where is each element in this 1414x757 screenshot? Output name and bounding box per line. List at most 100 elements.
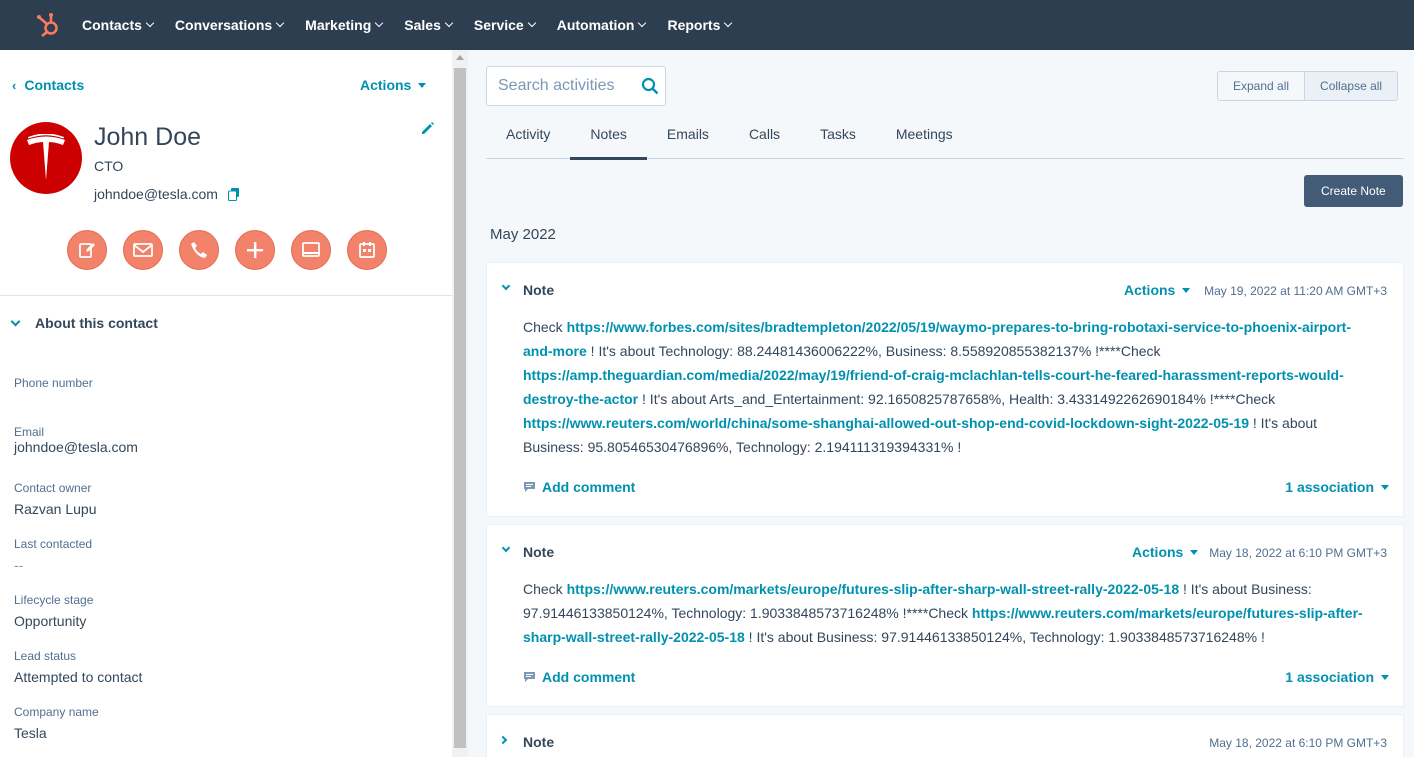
create-note-button[interactable]: Create Note [1304, 175, 1403, 207]
note-actions-dropdown[interactable]: Actions [1132, 544, 1199, 560]
nav-label: Conversations [174, 17, 273, 33]
nav-label: Service [473, 17, 524, 33]
note-title: Note [523, 734, 555, 750]
search-activities-input[interactable]: Search activities [486, 66, 666, 106]
tab-emails[interactable]: Emails [647, 122, 729, 159]
property-label: Phone number [14, 376, 93, 390]
copy-icon[interactable] [227, 187, 240, 201]
avatar [10, 122, 82, 194]
property-contact-owner[interactable]: Contact owner Razvan Lupu [14, 481, 97, 517]
tab-notes[interactable]: Notes [570, 122, 647, 160]
property-label: Company name [14, 705, 99, 719]
chevron-down-icon [527, 18, 536, 28]
property-last-contacted[interactable]: Last contacted -- [14, 537, 92, 573]
back-to-contacts-link[interactable]: ‹ Contacts [12, 77, 84, 93]
property-value: Tesla [14, 725, 47, 741]
note-header[interactable]: Note Actions May 18, 2022 at 6:10 PM GMT… [487, 525, 1403, 577]
property-label: Last contacted [14, 537, 93, 551]
chevron-down-icon [275, 18, 285, 28]
actions-label: Actions [1132, 544, 1184, 560]
note-timestamp: May 19, 2022 at 11:20 AM GMT+3 [1204, 284, 1387, 298]
tab-tasks[interactable]: Tasks [800, 122, 876, 159]
nav-service[interactable]: Service [473, 17, 536, 33]
collapse-all-button[interactable]: Collapse all [1305, 71, 1399, 101]
nav-label: Automation [556, 17, 635, 33]
screen-icon [302, 242, 320, 257]
nav-sales[interactable]: Sales [404, 17, 454, 33]
note-text: Check [523, 581, 567, 597]
note-footer: Add comment 1 association [523, 477, 1389, 497]
nav-marketing[interactable]: Marketing [305, 17, 384, 33]
property-label: Lead status [14, 649, 77, 663]
note-actions-dropdown[interactable]: Actions [1124, 282, 1191, 298]
tab-meetings[interactable]: Meetings [876, 122, 973, 159]
contact-email: johndoe@tesla.com [94, 186, 218, 202]
back-label: Contacts [24, 77, 85, 93]
property-lifecycle-stage[interactable]: Lifecycle stage Opportunity [14, 593, 93, 629]
property-phone-number[interactable]: Phone number [14, 376, 93, 392]
nav-label: Contacts [82, 17, 142, 33]
chevron-down-icon [724, 18, 733, 28]
email-button[interactable] [123, 230, 163, 270]
scroll-up-arrow-icon[interactable] [456, 55, 464, 60]
property-email[interactable]: Email johndoe@tesla.com [14, 425, 138, 455]
property-company-name[interactable]: Company name Tesla [14, 705, 99, 741]
nav-reports[interactable]: Reports [667, 17, 733, 33]
association-label: 1 association [1285, 479, 1374, 495]
property-label: Lifecycle stage [14, 593, 94, 607]
note-link[interactable]: https://www.reuters.com/world/china/some… [523, 415, 1249, 431]
create-task-button[interactable] [235, 230, 275, 270]
call-button[interactable] [179, 230, 219, 270]
search-icon[interactable] [635, 77, 665, 95]
nav-automation[interactable]: Automation [556, 17, 647, 33]
edit-pencil-icon[interactable] [420, 120, 436, 136]
activity-panel: Search activities Expand all Collapse al… [468, 50, 1414, 757]
note-body: Check https://www.forbes.com/sites/bradt… [523, 315, 1363, 459]
note-link[interactable]: https://www.reuters.com/markets/europe/f… [567, 581, 1180, 597]
about-contact-toggle[interactable]: About this contact [10, 315, 158, 331]
add-comment-link[interactable]: Add comment [523, 669, 635, 685]
schedule-meeting-button[interactable] [347, 230, 387, 270]
log-activity-button[interactable] [291, 230, 331, 270]
property-value: -- [14, 557, 24, 573]
add-comment-label: Add comment [542, 479, 636, 495]
tab-calls[interactable]: Calls [729, 122, 800, 159]
caret-down-icon [1381, 674, 1389, 680]
note-title: Note [523, 282, 555, 298]
contact-actions-dropdown[interactable]: Actions [360, 77, 427, 93]
expand-all-button[interactable]: Expand all [1217, 71, 1306, 101]
hubspot-logo-icon[interactable] [28, 5, 68, 45]
association-label: 1 association [1285, 669, 1374, 685]
note-title: Note [523, 544, 555, 560]
note-timestamp: May 18, 2022 at 6:10 PM GMT+3 [1209, 546, 1387, 560]
chevron-right-icon[interactable] [498, 735, 508, 745]
property-value: Opportunity [14, 613, 87, 629]
about-label: About this contact [35, 315, 158, 331]
property-lead-status[interactable]: Lead status Attempted to contact [14, 649, 142, 685]
caret-down-icon [1182, 287, 1191, 293]
chevron-down-icon [10, 316, 21, 326]
chevron-down-icon [145, 18, 155, 28]
top-navigation: Contacts Conversations Marketing Sales S… [0, 0, 1414, 50]
chevron-down-icon[interactable] [501, 543, 511, 553]
sidebar-scrollbar[interactable] [452, 50, 468, 757]
association-dropdown[interactable]: 1 association [1285, 669, 1389, 685]
nav-contacts[interactable]: Contacts [82, 17, 155, 33]
association-dropdown[interactable]: 1 association [1285, 479, 1389, 495]
envelope-icon [133, 243, 153, 257]
search-placeholder: Search activities [498, 77, 615, 94]
nav-conversations[interactable]: Conversations [174, 17, 285, 33]
chevron-down-icon[interactable] [501, 281, 511, 291]
add-comment-link[interactable]: Add comment [523, 479, 635, 495]
phone-icon [191, 242, 207, 258]
scrollbar-thumb[interactable] [454, 68, 466, 748]
add-comment-label: Add comment [542, 669, 636, 685]
contact-job-title: CTO [94, 158, 124, 174]
note-header[interactable]: Note Actions May 19, 2022 at 11:20 AM GM… [487, 263, 1403, 315]
tab-activity[interactable]: Activity [486, 122, 570, 159]
note-card: Note May 18, 2022 at 6:10 PM GMT+3 [486, 714, 1404, 757]
note-header[interactable]: Note May 18, 2022 at 6:10 PM GMT+3 [487, 715, 1403, 757]
note-button[interactable] [67, 230, 107, 270]
note-text: ! It's about Technology: 88.244814360062… [586, 343, 1161, 359]
contact-sidebar: ‹ Contacts Actions John Doe CTO johndoe@… [0, 50, 452, 757]
